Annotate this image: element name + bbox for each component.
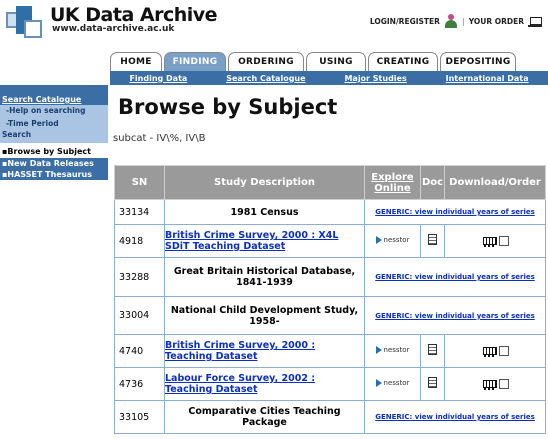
cart-icon[interactable] [528, 15, 542, 27]
main-content: Browse by Subject subcat - IV\%, IV\B SN… [110, 85, 548, 439]
finding-subnav: Finding Data Search Catalogue Major Stud… [110, 71, 548, 85]
subnav-search-catalogue[interactable]: Search Catalogue [226, 74, 305, 83]
row-doc [420, 334, 445, 368]
basket-icon[interactable] [481, 235, 497, 247]
left-sidebar: Search Catalogue -Help on searching -Tim… [0, 85, 108, 439]
explore-online-link[interactable]: Explore Online [371, 172, 413, 194]
row-sn: 4918 [114, 224, 165, 258]
table-header-row: SN Study Description Explore Online Doc … [114, 165, 546, 200]
document-icon[interactable] [428, 344, 437, 355]
sidebar-time-period-search-2[interactable]: Search [0, 129, 108, 143]
study-link[interactable]: British Crime Survey, 2000 : X4L SDiT Te… [165, 230, 338, 252]
generic-series-link[interactable]: GENERIC: view individual years of series [375, 208, 535, 216]
row-description: British Crime Survey, 2000 : X4L SDiT Te… [164, 224, 365, 258]
row-generic: GENERIC: view individual years of series [364, 199, 546, 225]
row-download [444, 224, 546, 258]
col-explore-online: Explore Online [364, 165, 421, 200]
document-icon[interactable] [428, 377, 437, 388]
tab-creating[interactable]: CREATING [368, 52, 438, 71]
nesstor-link[interactable]: nesstor [375, 378, 409, 387]
nesstor-link[interactable]: nesstor [375, 345, 409, 354]
tab-depositing[interactable]: DEPOSITING [440, 52, 516, 71]
row-sn: 4736 [114, 367, 165, 401]
basket-icon[interactable] [481, 378, 497, 390]
generic-series-link[interactable]: GENERIC: view individual years of series [375, 312, 535, 320]
order-checkbox[interactable] [499, 379, 509, 389]
row-description: 1981 Census [164, 199, 365, 225]
site-url: www.data-archive.ac.uk [52, 24, 175, 34]
tab-finding[interactable]: FINDING [164, 52, 226, 71]
row-explore: nesstor [364, 224, 421, 258]
document-icon[interactable] [428, 234, 437, 245]
row-sn: 33105 [114, 400, 165, 434]
nesstor-link[interactable]: nesstor [375, 235, 409, 244]
row-description: Labour Force Survey, 2002 : Teaching Dat… [164, 367, 365, 401]
row-sn: 33288 [114, 257, 165, 297]
uk-data-archive-logo[interactable] [6, 6, 46, 40]
study-link[interactable]: British Crime Survey, 2000 : Teaching Da… [165, 340, 315, 362]
sidebar-hasset-thesaurus[interactable]: ▪HASSET Thesaurus [0, 169, 108, 180]
row-download [444, 334, 546, 368]
row-description: National Child Development Study, 1958- [164, 296, 365, 335]
row-doc [420, 224, 445, 258]
order-checkbox[interactable] [499, 236, 509, 246]
subnav-finding-data[interactable]: Finding Data [129, 74, 187, 83]
row-explore: nesstor [364, 334, 421, 368]
page-title: Browse by Subject [118, 95, 338, 119]
sidebar-time-period-search[interactable]: -Time Period [0, 116, 108, 129]
col-study-description: Study Description [164, 165, 365, 200]
sidebar-search-catalogue[interactable]: Search Catalogue [0, 85, 108, 105]
table-row: 33004 National Child Development Study, … [114, 296, 546, 335]
col-download-order: Download/Order [444, 165, 546, 200]
results-table: SN Study Description Explore Online Doc … [114, 165, 546, 434]
login-register-link[interactable]: LOGIN/REGISTER [370, 17, 440, 26]
row-sn: 33004 [114, 296, 165, 335]
table-row: 4918 British Crime Survey, 2000 : X4L SD… [114, 224, 546, 258]
row-generic: GENERIC: view individual years of series [364, 400, 546, 434]
site-brand[interactable]: UK Data Archive [50, 4, 218, 26]
tab-using[interactable]: USING [306, 52, 366, 71]
row-doc [420, 367, 445, 401]
tab-ordering[interactable]: ORDERING [228, 52, 304, 71]
nesstor-icon [375, 235, 382, 244]
nesstor-icon [375, 345, 382, 354]
subnav-international-data[interactable]: International Data [446, 74, 529, 83]
generic-series-link[interactable]: GENERIC: view individual years of series [375, 273, 535, 281]
sidebar-browse-by-subject[interactable]: ▪Browse by Subject [0, 145, 108, 158]
row-sn: 33134 [114, 199, 165, 225]
row-description: British Crime Survey, 2000 : Teaching Da… [164, 334, 365, 368]
study-link[interactable]: Labour Force Survey, 2002 : Teaching Dat… [165, 373, 315, 395]
table-row: 4740 British Crime Survey, 2000 : Teachi… [114, 334, 546, 368]
table-row: 4736 Labour Force Survey, 2002 : Teachin… [114, 367, 546, 401]
sidebar-help-searching[interactable]: -Help on searching [0, 105, 108, 116]
row-generic: GENERIC: view individual years of series [364, 296, 546, 335]
row-description: Great Britain Historical Database, 1841-… [164, 257, 365, 297]
top-links: LOGIN/REGISTER | YOUR ORDER [370, 14, 542, 28]
basket-icon[interactable] [481, 345, 497, 357]
generic-series-link[interactable]: GENERIC: view individual years of series [375, 413, 535, 421]
tab-home[interactable]: HOME [110, 52, 162, 71]
row-sn: 4740 [114, 334, 165, 368]
user-icon[interactable] [444, 14, 458, 28]
subcat-filter: subcat - IV\%, IV\B [113, 133, 206, 144]
row-generic: GENERIC: view individual years of series [364, 257, 546, 297]
link-separator: | [461, 16, 465, 26]
col-doc: Doc [420, 165, 445, 200]
table-row: 33134 1981 Census GENERIC: view individu… [114, 199, 546, 225]
sidebar-new-data-releases[interactable]: ▪New Data Releases [0, 158, 108, 169]
col-sn: SN [114, 165, 165, 200]
order-checkbox[interactable] [499, 346, 509, 356]
row-description: Comparative Cities Teaching Package [164, 400, 365, 434]
subnav-major-studies[interactable]: Major Studies [344, 74, 406, 83]
your-order-link[interactable]: YOUR ORDER [469, 17, 524, 26]
main-tabs: HOME FINDING ORDERING USING CREATING DEP… [110, 52, 516, 71]
row-download [444, 367, 546, 401]
sidebar-time-period-label: -Time Period [6, 119, 59, 128]
nesstor-icon [375, 378, 382, 387]
table-row: 33105 Comparative Cities Teaching Packag… [114, 400, 546, 434]
table-row: 33288 Great Britain Historical Database,… [114, 257, 546, 297]
row-explore: nesstor [364, 367, 421, 401]
